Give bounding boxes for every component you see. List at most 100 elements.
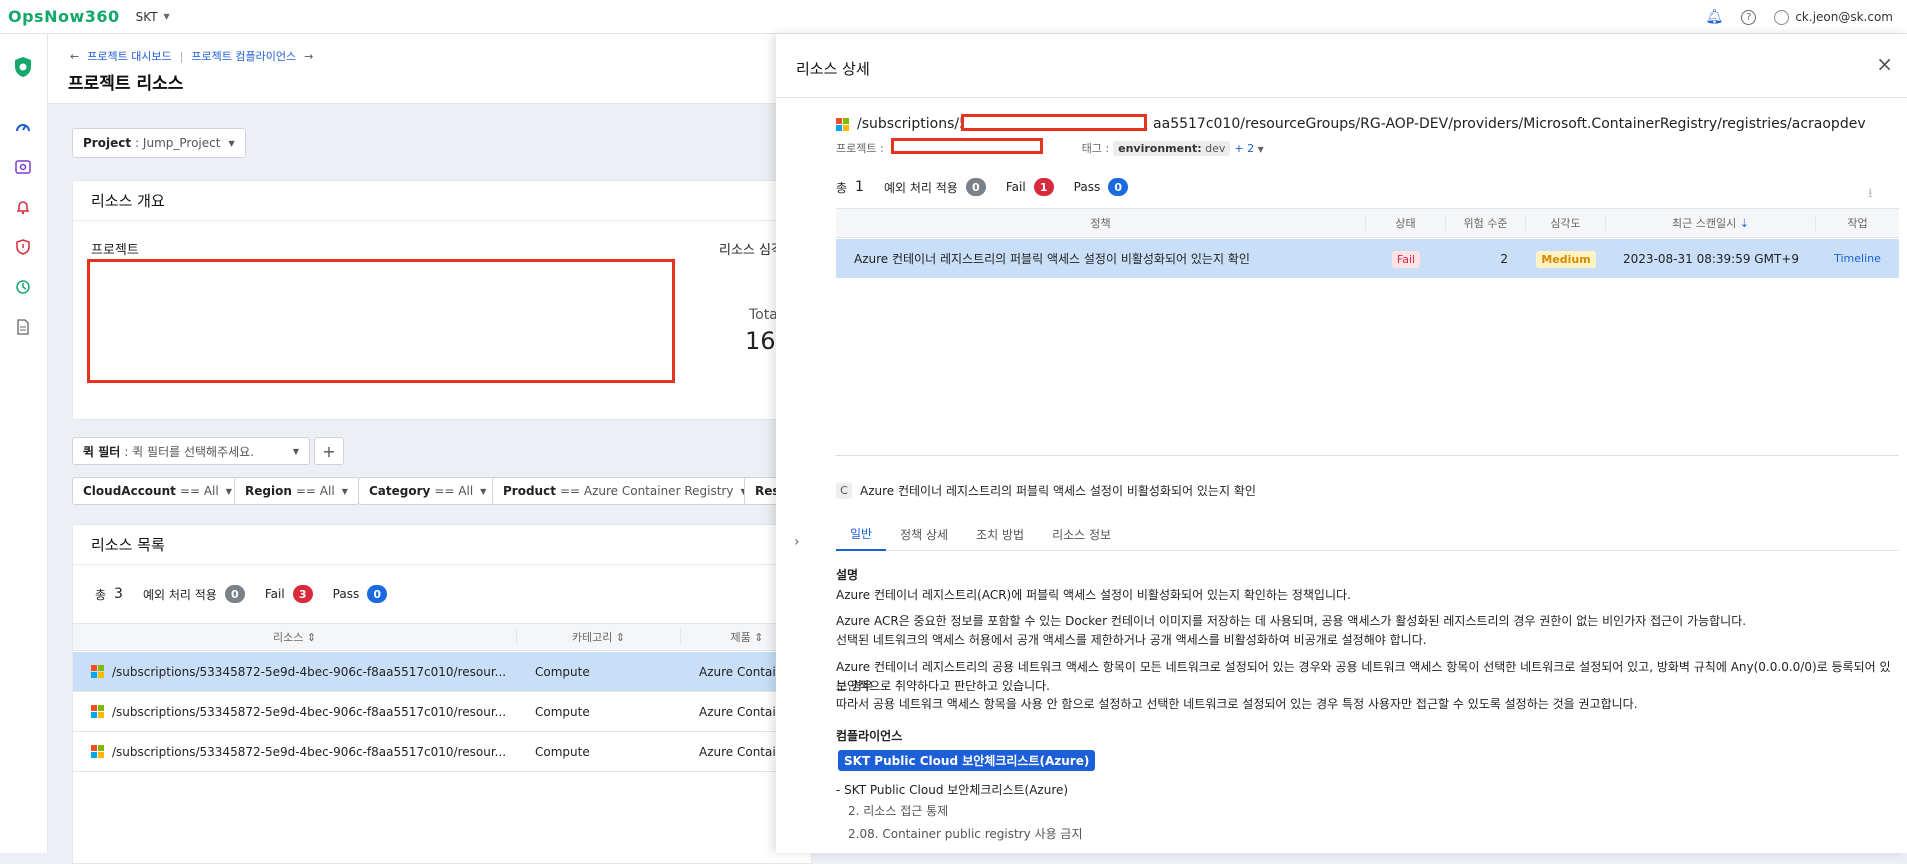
column-status[interactable]: 상태 [1366,215,1446,231]
shield-logo-icon[interactable] [12,56,34,78]
section-divider [836,455,1899,456]
tag-label: 태그 : [1081,142,1110,155]
filter-value: == All [295,484,335,498]
filter-key: Region [245,484,292,498]
resource-path-prefix: /subscriptions/5 [857,116,969,132]
breadcrumb-compliance[interactable]: 프로젝트 컴플라이언스 [191,48,296,64]
project-filter-label: Project [83,136,132,150]
total-count: 3 [114,586,123,602]
forward-arrow-icon[interactable]: → [304,50,313,63]
category-cell: Compute [535,664,590,679]
filter-key: CloudAccount [83,484,176,498]
column-action[interactable]: 작업 [1816,215,1899,231]
sidebar [0,34,48,853]
project-label: 프로젝트 : [836,142,884,155]
resource-cell: /subscriptions/53345872-5e9d-4bec-906c-f… [73,745,517,759]
caret-down-icon: ▼ [292,446,299,456]
status-cell: Fail [1366,250,1446,268]
tag-more-button[interactable]: + 2 ▼ [1234,142,1263,155]
column-risk[interactable]: 위험 수준 [1446,215,1526,231]
exception-label: 예외 처리 적용 [142,587,217,602]
document-icon[interactable] [12,316,34,338]
dashboard-icon[interactable] [12,116,34,138]
detail-header: 리소스 상세 × [776,34,1907,98]
sort-icon: ⇕ [615,631,626,644]
fail-badge: 3 [292,585,313,603]
user-menu[interactable]: ck.jeon@sk.com [1774,9,1893,25]
quick-filter-placeholder: : 퀵 필터를 선택해주세요. [124,444,255,459]
fail-label: Fail [264,587,285,601]
filter-region[interactable]: Region == All ▼ [234,477,359,505]
sort-icon: ⇕ [306,631,317,644]
caret-down-icon: ▼ [228,138,235,148]
bell-icon[interactable]: 🔔︎ [1706,9,1724,25]
caret-down-icon: ▼ [480,486,487,496]
description-p1: Azure 컨테이너 레지스트리(ACR)에 퍼블릭 액세스 설정이 비활성화되… [836,588,1351,602]
column-policy[interactable]: 정책 [836,215,1366,231]
description-p2b: 선택된 네트워크의 액세스 허용에서 공개 액세스를 제한하거나 공개 액세스를… [836,633,1427,647]
pass-label: Pass [332,587,360,601]
filter-value: == Azure Container Registry [559,484,734,498]
tab-resource-info[interactable]: 리소스 정보 [1038,518,1125,551]
resource-table-header: 리소스 ⇕ 카테고리 ⇕ 제품 ⇕ [73,623,813,651]
policy-row[interactable]: Azure 컨테이너 레지스트리의 퍼블릭 액세스 설정이 비활성화되어 있는지… [836,239,1899,278]
tab-general[interactable]: 일반 [836,518,887,551]
compliance-badge[interactable]: SKT Public Cloud 보안체크리스트(Azure) [838,750,1096,771]
top-bar: OpsNow360 SKT ▼ 🔔︎ ? ck.jeon@sk.com [0,0,1907,34]
scanned-cell: 2023-08-31 08:39:59 GMT+9 [1623,251,1799,266]
tag-more-label: + 2 [1234,141,1255,155]
filter-key: Category [369,484,431,498]
quick-filter-select[interactable]: 퀵 필터 : 퀵 필터를 선택해주세요. ▼ [72,437,310,465]
project-filter-select[interactable]: Project : Jump_Project ▼ [72,128,246,158]
status-badge: Fail [1391,250,1421,268]
timeline-link[interactable]: Timeline [1816,252,1899,265]
exception-label: 예외 처리 적용 [883,180,958,195]
column-category[interactable]: 카테고리 ⇕ [517,629,681,645]
org-name: SKT [135,9,158,24]
close-icon[interactable]: × [1876,52,1893,76]
pass-badge: 0 [367,585,388,603]
tab-remediation[interactable]: 조치 방법 [962,518,1038,551]
table-row[interactable]: /subscriptions/53345872-5e9d-4bec-906c-f… [73,692,813,732]
column-resource[interactable]: 리소스 ⇕ [73,629,517,645]
chevron-right-icon[interactable]: › [794,534,800,550]
caret-down-icon: ▼ [341,486,348,496]
description-p3b: 보안적으로 취약하다고 판단하고 있습니다. [836,679,1050,693]
description-title: 설명 [836,568,859,582]
history-icon[interactable] [12,276,34,298]
detail-tabs: 일반 정책 상세 조치 방법 리소스 정보 [836,518,1899,551]
caret-down-icon: ▼ [225,486,232,496]
table-row[interactable]: /subscriptions/53345872-5e9d-4bec-906c-f… [73,732,813,772]
tag-value: dev [1205,141,1226,155]
resource-detail-panel: 리소스 상세 × › /subscriptions/5 aa5517c010/r… [776,34,1907,853]
filter-category[interactable]: Category == All ▼ [358,477,498,505]
security-shield-icon[interactable] [12,236,34,258]
sort-icon: ⇕ [754,631,764,644]
filter-cloudaccount[interactable]: CloudAccount == All ▼ [72,477,243,505]
table-row[interactable]: /subscriptions/53345872-5e9d-4bec-906c-f… [73,652,813,692]
resource-cell: /subscriptions/53345872-5e9d-4bec-906c-f… [73,705,517,719]
column-severity[interactable]: 심각도 [1526,215,1606,231]
category-cell: Compute [535,704,590,719]
help-icon[interactable]: ? [1741,9,1757,25]
alert-bell-icon[interactable] [12,196,34,218]
org-selector[interactable]: SKT ▼ [136,10,170,24]
category-cell: Compute [535,744,590,759]
column-label: 리소스 [272,631,304,644]
tab-policy-detail[interactable]: 정책 상세 [886,518,962,551]
resource-search-icon[interactable] [12,156,34,178]
filter-product[interactable]: Product== Azure Container Registry▼ [492,477,758,505]
column-scanned[interactable]: 최근 스캔일시 ⇣ [1606,215,1816,231]
collapse-handle[interactable]: › [776,34,810,853]
tag-key: environment: [1118,141,1202,155]
redacted-subscription-box [961,114,1147,131]
resource-path: /subscriptions/53345872-5e9d-4bec-906c-f… [112,664,507,679]
breadcrumb-dashboard[interactable]: 프로젝트 대시보드 [87,48,171,64]
page-header: ← 프로젝트 대시보드 | 프로젝트 컴플라이언스 → 프로젝트 리소스 [48,34,788,104]
download-icon[interactable]: ⭳ [1868,184,1873,206]
add-filter-button[interactable]: + [314,437,344,465]
compliance-line-2: 2. 리소스 접근 통제 [848,804,949,818]
severity-badge: Medium [1536,250,1596,268]
app-logo[interactable]: OpsNow360 [8,7,120,26]
back-arrow-icon[interactable]: ← [70,50,79,63]
